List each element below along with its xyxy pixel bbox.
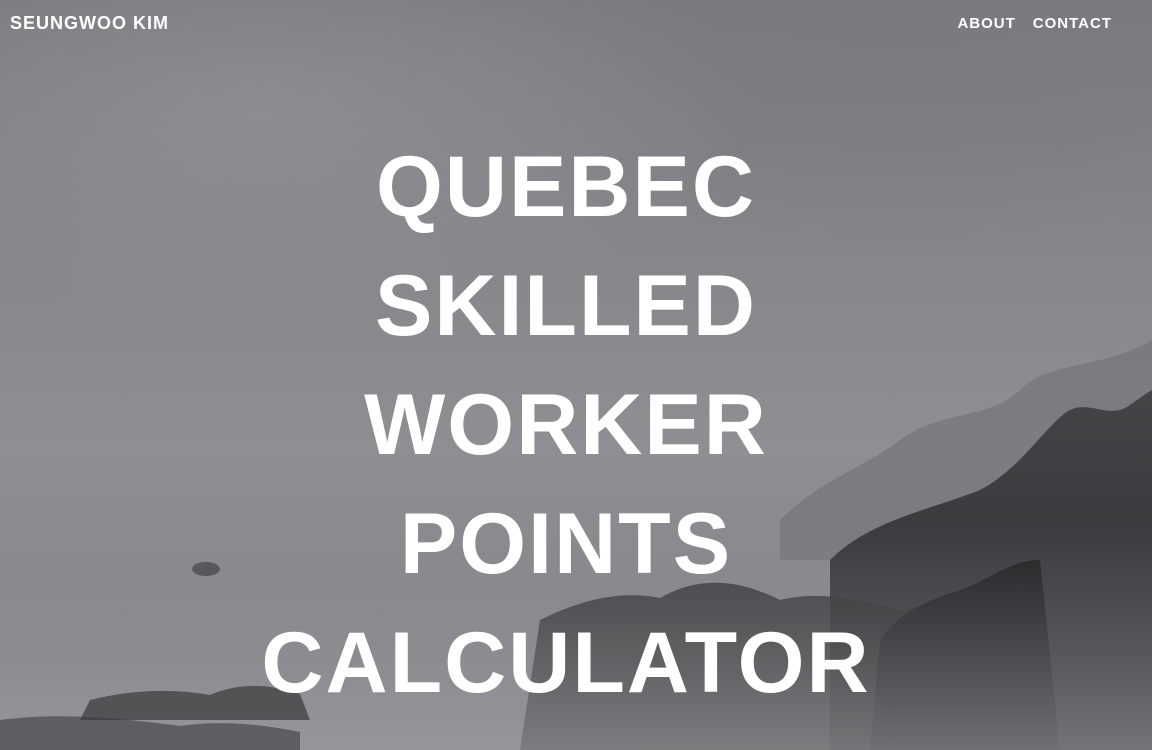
nav-link-about[interactable]: ABOUT <box>957 15 1015 32</box>
hero-title-line: SKILLED <box>375 258 757 354</box>
nav-links: ABOUT CONTACT <box>957 15 1112 32</box>
hero-title-line: CALCULATOR <box>261 615 871 711</box>
hero-title-line: WORKER <box>364 377 768 473</box>
hero-title-line: POINTS <box>399 496 733 592</box>
nav-link-contact[interactable]: CONTACT <box>1033 15 1112 32</box>
hero-title-line: QUEBEC <box>376 139 756 235</box>
top-navbar: SEUNGWOO KIM ABOUT CONTACT <box>0 0 1152 50</box>
hero-title: QUEBEC SKILLED WORKER POINTS CALCULATOR <box>0 128 1132 723</box>
brand-link[interactable]: SEUNGWOO KIM <box>10 13 169 34</box>
